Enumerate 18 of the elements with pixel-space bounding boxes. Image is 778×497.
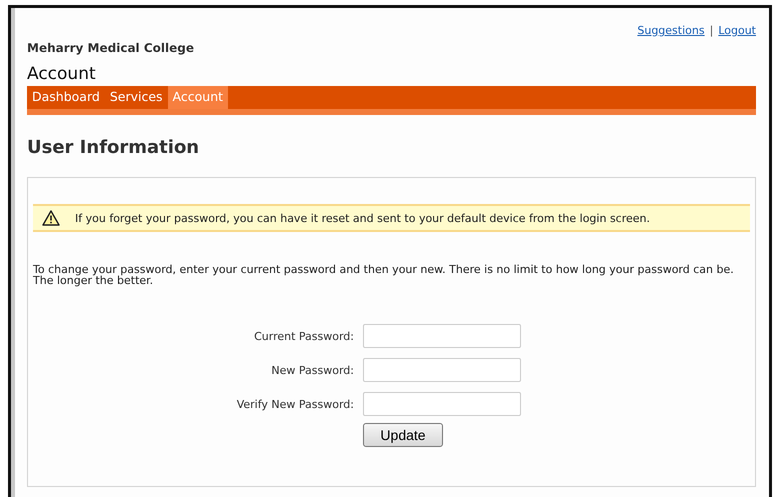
section-title: User Information: [27, 137, 200, 160]
field-label: Current Password:: [253, 330, 354, 342]
header-link[interactable]: Logout: [718, 24, 756, 38]
field-label: Verify New Password:: [236, 398, 354, 410]
password-field[interactable]: [363, 358, 521, 382]
organization-name: Meharry Medical College: [27, 41, 195, 55]
password-field[interactable]: [363, 392, 521, 416]
warning-icon: [42, 210, 60, 226]
page-title: Account: [27, 64, 97, 86]
link-separator: |: [710, 24, 714, 38]
nav-tab[interactable]: Dashboard: [27, 86, 105, 109]
password-field[interactable]: [363, 324, 521, 348]
instructions-text: To change your password, enter your current password and then your new. There is no limit to how long your password can be. The longer the better.: [33, 264, 735, 286]
field-label: New Password:: [270, 364, 354, 376]
header-link[interactable]: Suggestions: [637, 24, 705, 38]
nav-tab[interactable]: Services: [104, 86, 168, 109]
alert-text: If you forget your password, you can have it reset and sent to your default device from the login screen.: [75, 212, 650, 224]
update-button[interactable]: Update: [363, 423, 443, 447]
